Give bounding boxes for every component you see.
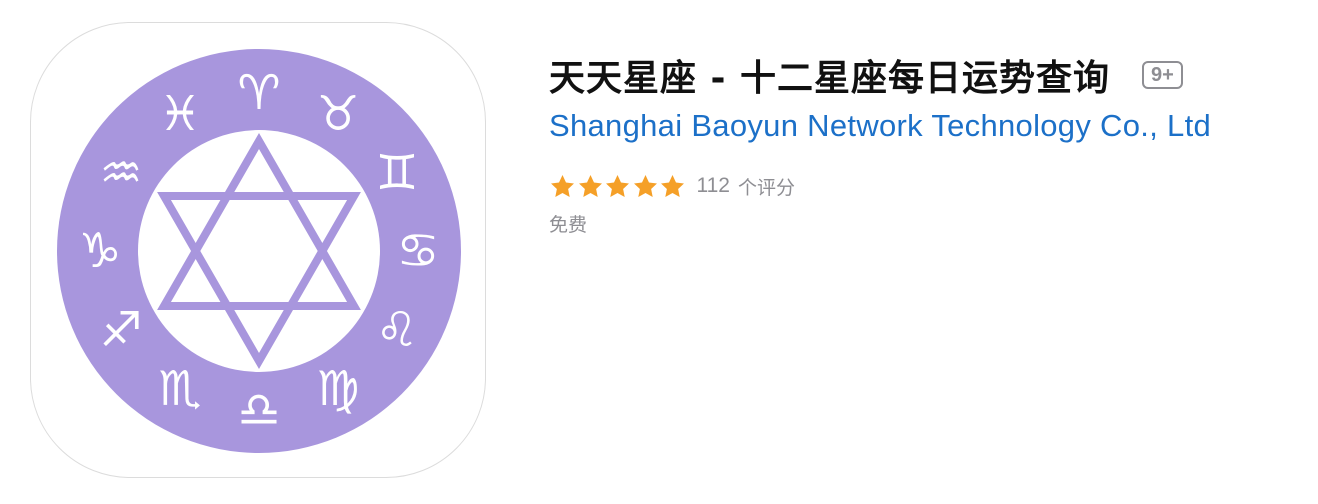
taurus-icon: ♉	[316, 86, 359, 142]
title-row: 天天星座 - 十二星座每日运势查询 9+	[549, 44, 1309, 106]
star-icon	[551, 174, 574, 197]
rating-label: 个评分	[737, 176, 795, 199]
zodiac-wheel-icon: ♈ ♉ ♊ ♋ ♌ ♍ ♎ ♏ ♐ ♑ ♒ ♓	[57, 49, 461, 453]
cancer-icon: ♋	[396, 223, 439, 279]
aries-icon: ♈	[237, 65, 280, 121]
star-rating	[549, 173, 687, 200]
aquarius-icon: ♒	[99, 145, 142, 201]
gemini-icon: ♊	[375, 145, 418, 201]
inner-circle	[138, 130, 380, 372]
app-title: 天天星座 - 十二星座每日运势查询	[549, 58, 1111, 99]
capricorn-icon: ♑	[78, 223, 121, 279]
star-icon	[661, 174, 684, 197]
sagittarius-icon: ♐	[99, 302, 142, 358]
developer-link[interactable]: Shanghai Baoyun Network Technology Co., …	[549, 108, 1309, 144]
scorpio-icon: ♏	[158, 361, 201, 417]
star-icon	[606, 174, 629, 197]
star-icon	[633, 174, 657, 197]
price-label: 免费	[549, 214, 588, 236]
app-icon: ♈ ♉ ♊ ♋ ♌ ♍ ♎ ♏ ♐ ♑ ♒ ♓	[30, 22, 486, 478]
libra-icon: ♎	[237, 382, 280, 438]
rating-count: 112	[696, 174, 730, 197]
leo-icon: ♌	[375, 302, 418, 358]
rating-row: 112 个评分	[549, 170, 1309, 202]
age-rating-badge: 9+	[1142, 61, 1183, 89]
app-info: 天天星座 - 十二星座每日运势查询 9+ Shanghai Baoyun Net…	[549, 44, 1309, 237]
pisces-icon: ♓	[158, 86, 201, 142]
virgo-icon: ♍	[316, 361, 359, 417]
star-icon	[578, 174, 602, 197]
